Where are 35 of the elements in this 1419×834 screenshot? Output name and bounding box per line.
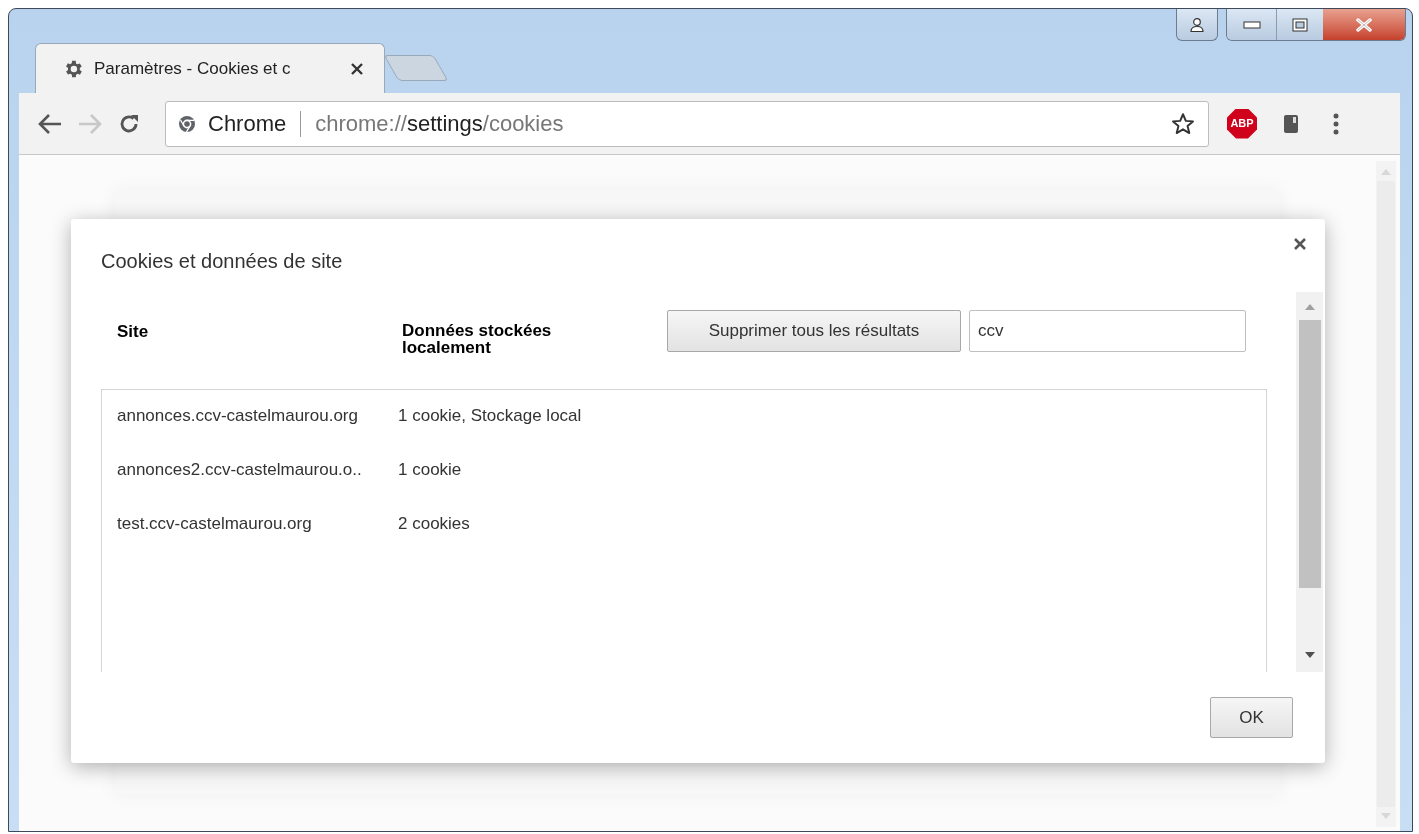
close-icon[interactable] <box>1293 237 1307 251</box>
site-cell-text: annonces2.ccv-castelmaurou.o.. <box>116 459 363 481</box>
site-label: Chrome <box>208 110 287 138</box>
profile-button[interactable] <box>1176 9 1218 41</box>
adblock-extension-button[interactable]: ABP <box>1227 108 1257 139</box>
star-icon[interactable] <box>1170 110 1196 137</box>
remove-all-button[interactable]: Supprimer tous les résultats <box>667 310 961 352</box>
minimize-button[interactable] <box>1227 9 1277 40</box>
site-cell-text: annonces.ccv-castelmaurou.org <box>116 405 359 427</box>
book-icon[interactable] <box>1283 113 1299 134</box>
address-bar[interactable]: Chrome chrome://settings/cookies <box>165 100 1209 147</box>
column-header: Données stockées localement <box>402 320 553 356</box>
browser-tab[interactable]: Paramètres - Cookies et c <box>35 43 385 93</box>
ok-button[interactable]: OK <box>1210 697 1293 738</box>
column-header: Site <box>116 321 150 342</box>
scroll-down-arrow-icon[interactable] <box>1304 652 1315 658</box>
search-field[interactable]: ccv <box>969 310 1246 352</box>
maximize-button[interactable] <box>1277 9 1323 40</box>
dialog-title: Cookies et données de site <box>101 249 343 274</box>
data-cell-text: 1 cookie, Stockage local <box>398 405 582 427</box>
maximize-icon <box>1292 17 1308 32</box>
person-icon <box>1189 17 1205 32</box>
chrome-logo-icon <box>178 114 196 133</box>
site-cell-text: test.ccv-castelmaurou.org <box>116 513 313 535</box>
menu-icon[interactable] <box>1333 112 1339 135</box>
data-cell-text: 1 cookie <box>398 459 462 481</box>
close-button[interactable] <box>1323 9 1405 40</box>
url-text: chrome://settings/cookies <box>315 110 564 138</box>
close-icon[interactable] <box>350 61 364 76</box>
back-arrow-icon[interactable] <box>37 112 63 135</box>
data-cell-text: 2 cookies <box>398 513 470 535</box>
scrollbar-thumb[interactable] <box>1298 320 1321 588</box>
close-icon <box>1355 17 1373 32</box>
tab-title: Paramètres - Cookies et c <box>94 57 291 80</box>
minimize-icon <box>1242 20 1261 29</box>
